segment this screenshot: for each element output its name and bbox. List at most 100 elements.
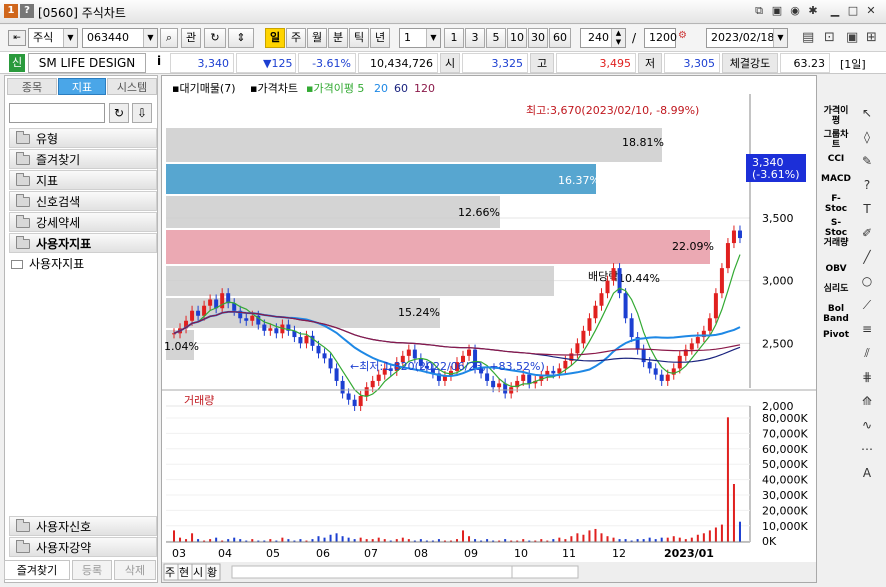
layout-icon[interactable]: ⊞ <box>866 30 877 45</box>
period-button[interactable]: 주 <box>286 28 306 48</box>
count-input[interactable]: 240 ▲ ▼ <box>580 28 626 48</box>
period-button[interactable]: 일 <box>265 28 285 48</box>
window-icon[interactable]: ⊡ <box>824 30 835 45</box>
register-button[interactable]: 등록 <box>72 560 112 580</box>
chart-canvas[interactable]: 3,5003,0002,5002,00018.81%16.37%12.66%22… <box>162 76 816 582</box>
indicator-shortcut[interactable]: 그룹차트 <box>821 130 851 150</box>
legend-item[interactable]: 60 <box>394 82 408 95</box>
legend-item[interactable]: 120 <box>414 82 435 95</box>
save-icon[interactable]: ▣ <box>770 4 784 18</box>
indicator-shortcut[interactable]: Bol Band <box>821 304 851 324</box>
indicator-shortcut[interactable]: CCI <box>821 154 851 164</box>
indicator-shortcut[interactable]: 심리도 <box>821 284 851 294</box>
auto-icon[interactable]: A <box>858 464 876 482</box>
folder-item[interactable]: 사용자지표 <box>9 233 157 253</box>
search-input[interactable] <box>9 103 105 123</box>
folder-item[interactable]: 사용자강약 <box>9 537 157 557</box>
help-icon[interactable]: ? <box>20 4 34 18</box>
text-icon[interactable]: T <box>858 200 876 218</box>
cycle-icon[interactable]: ⋯ <box>858 440 876 458</box>
gear-icon[interactable]: ✱ <box>806 4 820 18</box>
indicator-shortcut[interactable]: Pivot <box>821 330 851 340</box>
folder-item[interactable]: 사용자신호 <box>9 516 157 536</box>
indicator-shortcut[interactable]: F-Stoc <box>821 194 851 214</box>
interval-button[interactable]: 5 <box>486 28 506 48</box>
delete-button[interactable]: 삭제 <box>114 560 156 580</box>
period-button[interactable]: 월 <box>307 28 327 48</box>
legend-item[interactable]: ▪가격차트 <box>250 82 298 95</box>
channel-icon[interactable]: ⫽ <box>858 344 876 362</box>
favorites-button[interactable]: 즐겨찾기 <box>4 560 70 580</box>
info-icon[interactable]: i <box>152 54 166 68</box>
folder-item[interactable]: 신호검색 <box>9 191 157 211</box>
fan-icon[interactable]: ⟰ <box>858 392 876 410</box>
pencil-icon[interactable]: ✐ <box>858 224 876 242</box>
eraser-icon[interactable]: ◊ <box>858 128 876 146</box>
footer-tab-label[interactable]: 시 <box>193 566 203 579</box>
pin-icon[interactable]: ⇤ <box>8 30 26 46</box>
indicator-shortcut[interactable]: MACD <box>821 174 851 184</box>
candle-body <box>298 337 303 344</box>
circle-icon[interactable]: ○ <box>858 272 876 290</box>
total-field[interactable]: 1200 <box>644 28 677 48</box>
footer-tab-label[interactable]: 주 <box>165 566 175 579</box>
chart-scrollbar[interactable] <box>231 565 513 579</box>
interval-button[interactable]: 60 <box>549 28 571 48</box>
minimize-icon[interactable]: ▁ <box>828 4 842 18</box>
help-icon[interactable]: ? <box>858 176 876 194</box>
spin-icon[interactable]: ▲ ▼ <box>611 29 625 47</box>
floppy-icon[interactable]: ▣ <box>846 30 858 45</box>
maximize-icon[interactable]: □ <box>846 4 860 18</box>
close-icon[interactable]: ✕ <box>864 4 878 18</box>
line-icon[interactable]: ╱ <box>858 248 876 266</box>
folder-item[interactable]: 지표 <box>9 170 157 190</box>
settings-icon[interactable]: ⚙ <box>678 30 694 46</box>
period-button[interactable]: 분 <box>328 28 348 48</box>
interval-select[interactable]: 1 ▼ <box>399 28 441 48</box>
period-button[interactable]: 틱 <box>349 28 369 48</box>
tab-indicator[interactable]: 지표 <box>58 78 106 95</box>
stock-name[interactable]: SM LIFE DESIGN <box>28 53 146 73</box>
folder-item[interactable]: 즐겨찾기 <box>9 149 157 169</box>
search-icon[interactable]: ⌕ <box>160 28 178 48</box>
print-icon[interactable]: ▤ <box>802 30 814 45</box>
indicator-shortcut[interactable]: S-Stoc <box>821 218 851 238</box>
period-button[interactable]: 년 <box>370 28 390 48</box>
refresh-icon[interactable]: ↻ <box>109 103 129 123</box>
interval-button[interactable]: 3 <box>465 28 485 48</box>
tab-system[interactable]: 시스템 <box>107 78 157 95</box>
tab-stock[interactable]: 종목 <box>7 78 57 95</box>
download-icon[interactable]: ⇩ <box>132 103 152 123</box>
wave-icon[interactable]: ∿ <box>858 416 876 434</box>
folder-item[interactable]: 유형 <box>9 128 157 148</box>
ray-icon[interactable]: ⟋ <box>858 296 876 314</box>
legend-item[interactable]: ▪가격이평 5 <box>306 82 364 95</box>
refresh-icon[interactable]: ↻ <box>204 28 226 48</box>
link-icon[interactable]: ⧉ <box>752 4 766 18</box>
legend-item[interactable]: 20 <box>374 82 388 95</box>
interval-button[interactable]: 10 <box>507 28 527 48</box>
camera-icon[interactable]: ◉ <box>788 4 802 18</box>
legend-item[interactable]: ▪대기매물(7) <box>172 82 236 95</box>
footer-tab-label[interactable]: 황 <box>207 566 217 579</box>
grid-icon[interactable]: ⋕ <box>858 368 876 386</box>
interval-button[interactable]: 1 <box>444 28 464 48</box>
chart-area[interactable]: 3,500 3,000 2,500 2,000 18.81% 16.37% 12.66% 22… <box>161 75 817 583</box>
folder-item[interactable]: 강세약세 <box>9 212 157 232</box>
code-input[interactable]: 063440 ▼ <box>82 28 158 48</box>
indicator-shortcut[interactable]: 거래량 <box>821 238 851 248</box>
indicator-shortcut[interactable]: 가격이평 <box>821 106 851 126</box>
tree-item-user-indicator[interactable]: 사용자지표 <box>11 255 84 272</box>
footer-tab-label[interactable]: 현 <box>179 566 189 579</box>
market-select[interactable]: 주식 ▼ <box>28 28 78 48</box>
indicator-shortcut[interactable]: OBV <box>821 264 851 274</box>
interval-button[interactable]: 30 <box>528 28 548 48</box>
pen-icon[interactable]: ✎ <box>858 152 876 170</box>
updown-icon[interactable]: ⇕ <box>228 28 254 48</box>
zoom-slider[interactable] <box>511 565 579 579</box>
volume-bar <box>329 534 332 542</box>
lookup-button[interactable]: 관 <box>181 28 201 48</box>
cursor-icon[interactable]: ↖ <box>858 104 876 122</box>
date-select[interactable]: 2023/02/18 ▼ <box>706 28 788 48</box>
fibo-icon[interactable]: ≡ <box>858 320 876 338</box>
